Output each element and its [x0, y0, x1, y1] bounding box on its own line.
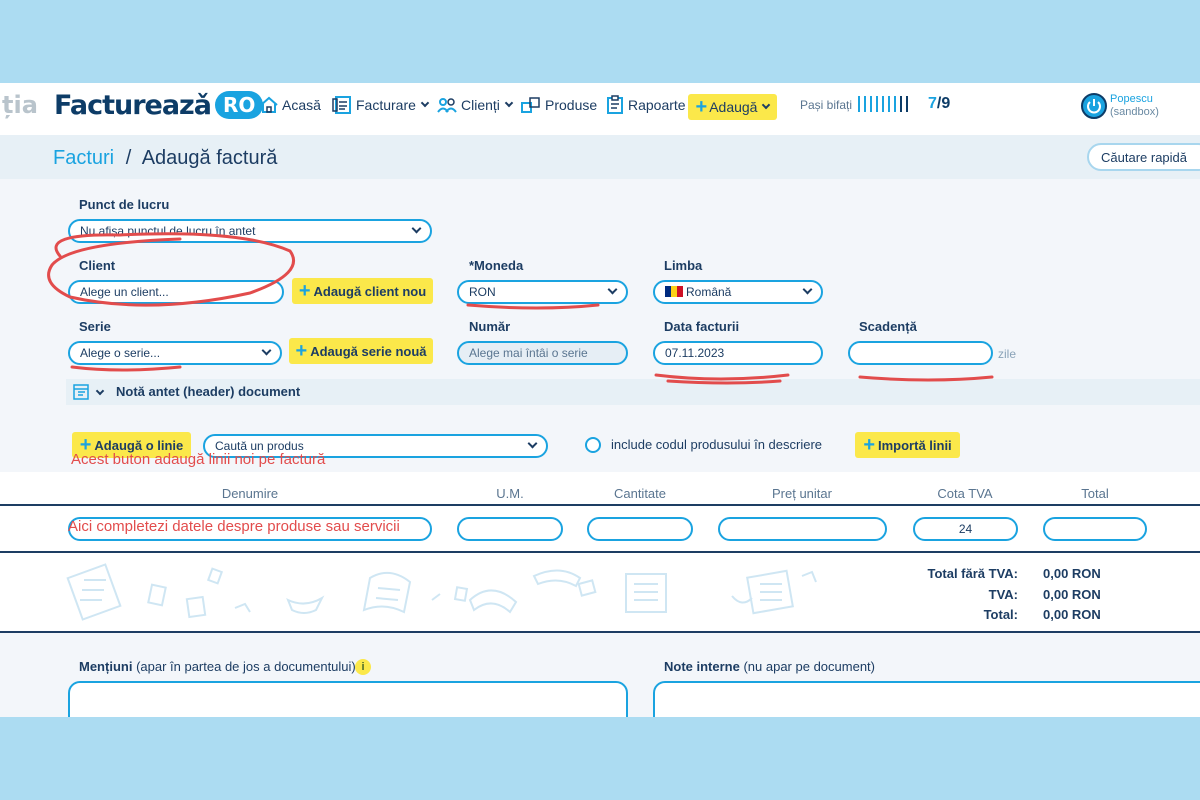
app-window: ția Factureazǎ RO Acasă Facturare Clienț…	[0, 83, 1200, 717]
red-annotation-marks	[47, 232, 994, 385]
